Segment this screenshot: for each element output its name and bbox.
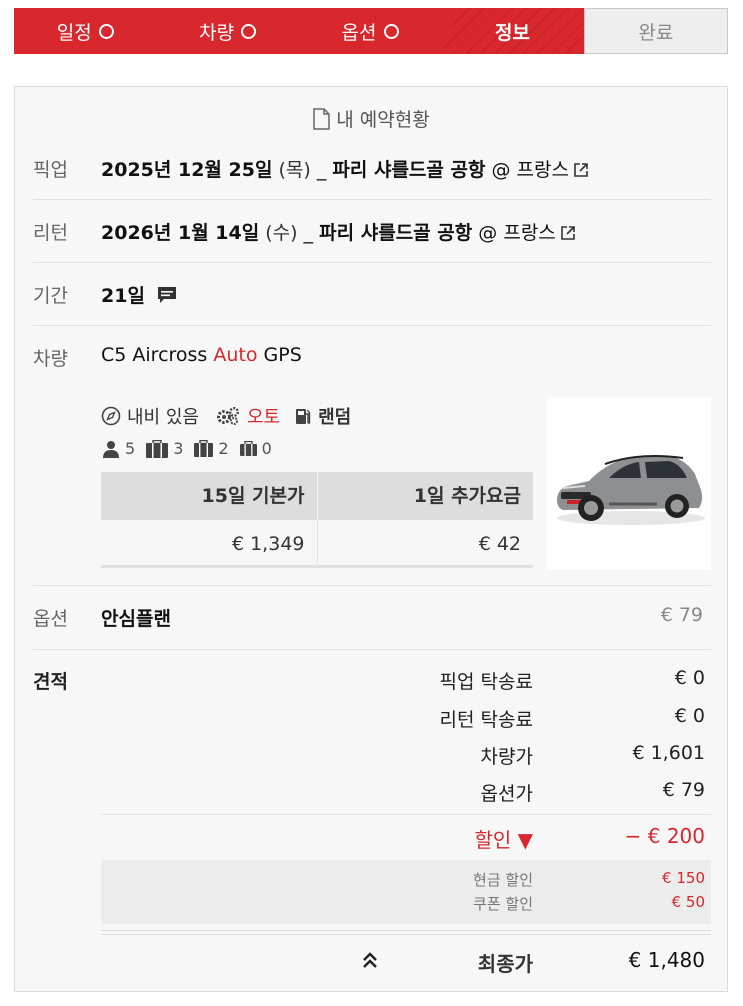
check-circle-icon	[383, 23, 399, 39]
estimate-line-value: € 1,601	[632, 742, 705, 764]
gears-icon	[216, 407, 239, 425]
external-link-icon[interactable]	[573, 162, 589, 178]
divider	[101, 814, 711, 815]
step-label: 정보	[494, 21, 530, 44]
discount-item-value: € 150	[662, 869, 705, 887]
estimate-line-value: € 0	[674, 705, 705, 727]
pickup-country: @ 프랑스	[491, 159, 569, 181]
fuel-pump-icon	[296, 409, 311, 424]
total-value: € 1,480	[628, 948, 705, 972]
return-place: 파리 샤를드골 공항	[319, 222, 473, 244]
car-image	[547, 397, 711, 570]
step-schedule[interactable]: 일정	[14, 8, 156, 54]
divider	[33, 199, 711, 200]
suv-car-icon	[557, 454, 705, 525]
return-country: @ 프랑스	[478, 222, 556, 244]
estimate-line-label: 리턴 탁송료	[439, 709, 533, 731]
period-value: 21일	[101, 281, 177, 308]
divider	[33, 325, 711, 326]
extra-day-value: € 42	[478, 533, 521, 555]
person-icon	[103, 440, 119, 458]
period-label: 기간	[33, 285, 68, 307]
small-bag-count: 0	[261, 439, 272, 458]
card-title-text: 내 예약현황	[336, 109, 430, 131]
total-label: 최종가	[477, 952, 533, 976]
return-weekday: (수)	[265, 222, 298, 244]
check-circle-icon	[241, 23, 257, 39]
step-label: 옵션	[341, 21, 377, 44]
total-divider	[101, 930, 711, 935]
pickup-date: 2025년 12월 25일	[101, 159, 273, 181]
step-label: 일정	[56, 21, 92, 44]
option-label: 옵션	[33, 608, 68, 630]
vehicle-transmission: Auto	[213, 344, 258, 366]
step-complete: 완료	[583, 8, 729, 54]
reservation-summary-card: 내 예약현황 픽업 2025년 12월 25일 (목) _ 파리 샤를드골 공항…	[14, 86, 728, 992]
gear-feature: 오토	[246, 407, 281, 428]
estimate-line-label: 옵션가	[480, 783, 533, 805]
discount-breakdown: 현금 할인 € 150 쿠폰 할인 € 50	[101, 860, 711, 924]
pickup-value: 2025년 12월 25일 (목) _ 파리 샤를드골 공항 @ 프랑스	[101, 155, 589, 182]
price-table-header: 15일 기본가 1일 추가요금	[101, 472, 533, 520]
passenger-count: 5	[125, 439, 136, 458]
estimate-line-value: € 0	[674, 667, 705, 689]
progress-steps: 일정 차량 옵션 정보 완료	[14, 8, 729, 54]
divider	[33, 649, 711, 650]
step-vehicle[interactable]: 차량	[156, 8, 298, 54]
large-bag-count: 3	[173, 439, 184, 458]
pickup-place: 파리 샤를드골 공항	[332, 159, 486, 181]
comment-icon[interactable]	[157, 286, 177, 304]
step-info: 정보	[441, 8, 584, 54]
document-icon	[313, 108, 331, 130]
step-options[interactable]: 옵션	[299, 8, 441, 54]
extra-day-header: 1일 추가요금	[413, 485, 521, 507]
return-date: 2026년 1월 14일	[101, 222, 260, 244]
return-label: 리턴	[33, 222, 68, 244]
external-link-icon[interactable]	[560, 225, 576, 241]
vehicle-model: C5 Aircross	[101, 344, 208, 366]
estimate-line-value: € 79	[662, 779, 705, 801]
double-chevron-up-icon[interactable]	[361, 951, 379, 969]
vehicle-price-table: 15일 기본가 1일 추가요금 € 1,349 € 42	[101, 472, 533, 568]
return-separator: _	[303, 222, 314, 244]
divider	[33, 262, 711, 263]
vehicle-features: 내비 있음 오토 랜덤	[101, 403, 351, 429]
base-price-header: 15일 기본가	[101, 472, 318, 520]
estimate-line-label: 픽업 탁송료	[439, 671, 533, 693]
option-price: € 79	[660, 604, 703, 626]
large-suitcase-icon	[146, 439, 169, 458]
discount-item-value: € 50	[671, 893, 705, 911]
discount-value: − € 200	[624, 824, 705, 848]
medium-suitcase-icon	[194, 440, 214, 457]
step-label: 완료	[638, 21, 674, 44]
medium-bag-count: 2	[218, 439, 229, 458]
vehicle-label: 차량	[33, 348, 68, 370]
discount-item-label: 현금 할인	[473, 871, 533, 889]
check-circle-icon	[98, 23, 114, 39]
base-price-value: € 1,349	[101, 520, 318, 565]
discount-item-label: 쿠폰 할인	[473, 895, 533, 913]
return-value: 2026년 1월 14일 (수) _ 파리 샤를드골 공항 @ 프랑스	[101, 218, 576, 245]
option-name: 안심플랜	[101, 608, 171, 630]
vehicle-extra: GPS	[263, 344, 302, 366]
estimate-label: 견적	[33, 671, 68, 693]
pickup-label: 픽업	[33, 159, 68, 181]
fuel-feature: 랜덤	[318, 407, 352, 428]
small-suitcase-icon	[239, 441, 257, 456]
card-title: 내 예약현황	[15, 105, 727, 132]
vehicle-name: C5 Aircross Auto GPS	[101, 344, 302, 366]
compass-icon	[101, 406, 121, 426]
estimate-line-label: 차량가	[480, 746, 533, 768]
step-label: 차량	[199, 21, 235, 44]
pickup-separator: _	[316, 159, 327, 181]
vehicle-capacity: 5 3 2 0	[101, 439, 282, 458]
discount-label: 할인 ▼	[474, 828, 533, 852]
period-days: 21일	[101, 285, 145, 307]
pickup-weekday: (목)	[278, 159, 311, 181]
divider	[33, 585, 711, 586]
nav-feature: 내비 있음	[127, 407, 199, 428]
price-table-row: € 1,349 € 42	[101, 520, 533, 568]
